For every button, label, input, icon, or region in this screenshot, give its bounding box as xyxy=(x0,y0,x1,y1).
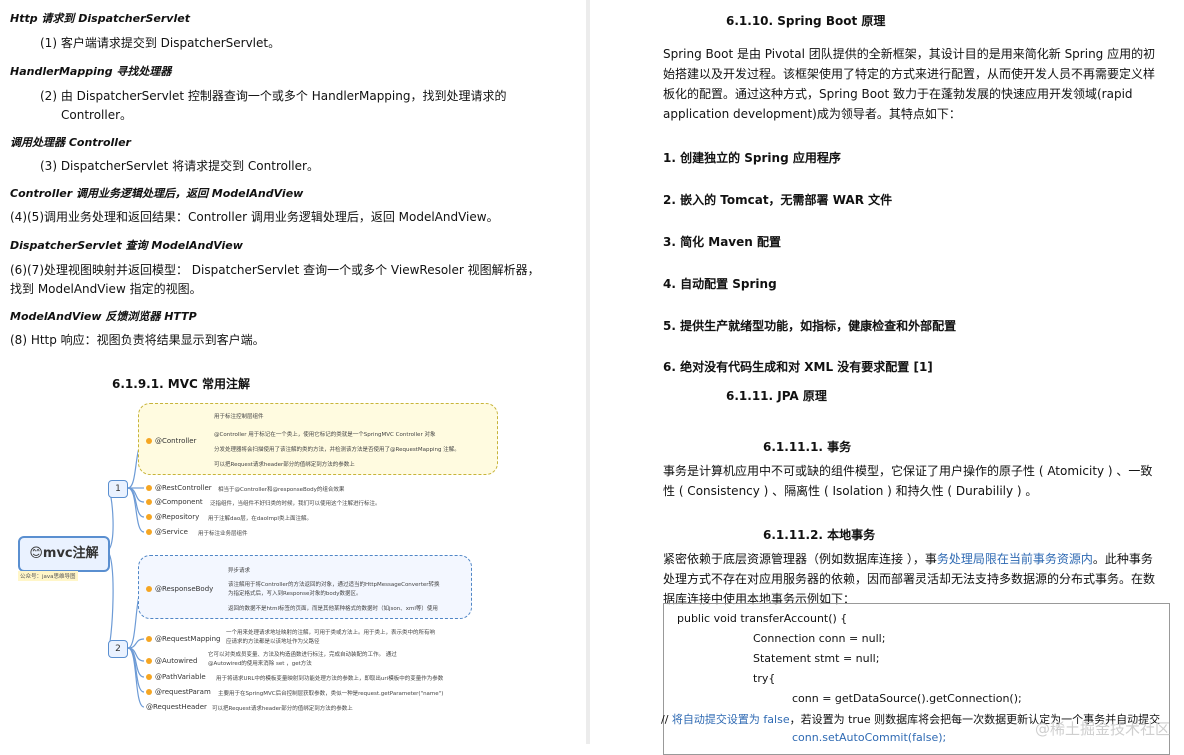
mindmap-root-note: 公众号：java思维导图 xyxy=(18,571,78,581)
group-number[interactable]: 1 xyxy=(108,480,128,498)
left-page: Http 请求到 DispatcherServlet (1) 客户端请求提交到 … xyxy=(0,0,586,744)
bullet-icon xyxy=(146,689,152,695)
code-line: conn.setAutoCommit(false); xyxy=(792,731,947,744)
subsection-title: 6.1.11.1. 事务 xyxy=(763,440,852,454)
annotation-node[interactable]: @requestParam xyxy=(146,688,211,696)
feature-item: 3. 简化 Maven 配置 xyxy=(663,235,781,249)
node-note: 用于标注业务层组件 xyxy=(198,531,248,537)
node-note: 为指定格式后，写入到Response对象的body数据区。 xyxy=(228,591,362,597)
feature-item: 1. 创建独立的 Spring 应用程序 xyxy=(663,151,841,165)
controller-node[interactable]: @Controller xyxy=(146,437,196,445)
node-note: 用于注解dao层，在daoImpl类上面注解。 xyxy=(208,516,312,522)
bullet-icon xyxy=(146,658,152,664)
section-title: 6.1.10. Spring Boot 原理 xyxy=(726,14,886,28)
node-label: @Component xyxy=(155,498,203,506)
block-heading: Controller 调用业务逻辑处理后，返回 ModelAndView xyxy=(10,187,304,200)
block-line: (4)(5)调用业务处理和返回结果：Controller 调用业务逻辑处理后，返… xyxy=(10,210,499,224)
block-heading: HandlerMapping 寻找处理器 xyxy=(10,65,172,78)
block-line: (6)(7)处理视图映射并返回模型： DispatcherServlet 查询一… xyxy=(10,263,540,277)
code-line: Statement stmt = null; xyxy=(753,652,880,665)
subsection-title: 6.1.11.2. 本地事务 xyxy=(763,528,876,542)
block-line: 找到 ModelAndView 指定的视图。 xyxy=(10,282,202,296)
node-note: 该注解用于将Controller的方法返回的对象，通过适当的HttpMessag… xyxy=(228,582,440,588)
bullet-icon xyxy=(146,485,152,491)
group-number[interactable]: 2 xyxy=(108,640,128,658)
block-line: Controller。 xyxy=(61,108,133,122)
feature-item: 5. 提供生产就绪型功能，如指标，健康检查和外部配置 xyxy=(663,319,957,333)
annotation-node[interactable]: @Repository xyxy=(146,513,199,521)
node-note: 它可以对类成员变量、方法及构造函数进行标注，完成自动装配的工作。 通过 xyxy=(208,652,397,658)
node-label: @PathVariable xyxy=(155,673,206,681)
node-note: 相当于@Controller和@responseBody的组合效果 xyxy=(218,487,345,493)
node-note: @Autowired的使用来消除 set ，get方法 xyxy=(208,661,312,667)
block-heading: ModelAndView 反馈浏览器 HTTP xyxy=(10,310,197,323)
text-run: // xyxy=(661,713,672,726)
code-line: try{ xyxy=(753,672,776,685)
bullet-icon xyxy=(146,674,152,680)
node-label: @Repository xyxy=(155,513,200,521)
node-label: @RequestMapping xyxy=(155,635,221,643)
node-note: @Controller 用于标记在一个类上，使用它标记的类就是一个SpringM… xyxy=(214,432,436,438)
node-note: 可以把Request请求header部分的值绑定到方法的参数上 xyxy=(212,706,353,712)
transaction-paragraph: 事务是计算机应用中不可或缺的组件模型，它保证了用户操作的原子性 ( Atomic… xyxy=(663,464,1153,498)
bullet-icon xyxy=(146,586,152,592)
node-label: @RequestHeader xyxy=(146,703,207,711)
annotation-node[interactable]: @RequestHeader xyxy=(146,703,207,711)
node-note: 可以把Request请求header部分的值绑定到方法的参数上 xyxy=(214,462,355,468)
bullet-icon xyxy=(146,499,152,505)
node-label: @Controller xyxy=(155,437,197,445)
annotation-node[interactable]: @Autowired xyxy=(146,657,197,665)
code-line: Connection conn = null; xyxy=(753,632,886,645)
annotation-node[interactable]: @PathVariable xyxy=(146,673,206,681)
node-note: 泛指组件，当组件不好归类的时候，我们可以使用这个注解进行标注。 xyxy=(210,501,381,507)
node-note: 一个用来处理请求地址映射的注解，可用于类或方法上。用于类上，表示类中的所有响 xyxy=(226,630,436,636)
section-title: 6.1.11. JPA 原理 xyxy=(726,389,827,403)
right-page: 6.1.10. Spring Boot 原理 Spring Boot 是由 Pi… xyxy=(590,0,1184,755)
annotation-node[interactable]: @RequestMapping xyxy=(146,635,220,643)
node-label: @requestParam xyxy=(155,688,211,696)
annotation-node[interactable]: @RestController xyxy=(146,484,212,492)
node-note: 分发处理器将会扫描使用了该注解的类的方法，并检测该方法是否使用了@Request… xyxy=(214,447,460,453)
annotation-node[interactable]: @Component xyxy=(146,498,203,506)
watermark: @稀土掘金技术社区 xyxy=(1034,720,1170,738)
block-line: (3) DispatcherServlet 将请求提交到 Controller。 xyxy=(40,159,319,173)
block-line: (2) 由 DispatcherServlet 控制器查询一个或多个 Handl… xyxy=(40,89,507,103)
block-line: (8) Http 响应：视图负责将结果显示到客户端。 xyxy=(10,333,265,347)
responsebody-node[interactable]: @ResponseBody xyxy=(146,585,213,593)
node-label: @Service xyxy=(155,528,188,536)
text-run: 紧密依赖于底层资源管理器（例如数据库连接 ），事 xyxy=(663,552,937,566)
node-label: @ResponseBody xyxy=(155,585,214,593)
node-note: 返回的数据不是html标签的页面，而是其他某种格式的数据时（如json、xml等… xyxy=(228,606,438,612)
feature-item: 2. 嵌入的 Tomcat，无需部署 WAR 文件 xyxy=(663,193,893,207)
highlight-text: 务处理局限在当前事务资源内 xyxy=(936,552,1093,566)
block-heading: Http 请求到 DispatcherServlet xyxy=(10,12,190,25)
node-label: @Autowired xyxy=(155,657,198,665)
highlight-text: 将自动提交设置为 false xyxy=(671,713,790,726)
block-line: (1) 客户端请求提交到 DispatcherServlet。 xyxy=(40,36,281,50)
bullet-icon xyxy=(146,636,152,642)
section-title: 6.1.9.1. MVC 常用注解 xyxy=(112,377,251,391)
bullet-icon xyxy=(146,529,152,535)
feature-item: 4. 自动配置 Spring xyxy=(663,277,777,291)
intro-paragraph: Spring Boot 是由 Pivotal 团队提供的全新框架，其设计目的是用… xyxy=(663,47,1156,121)
annotation-node[interactable]: @Service xyxy=(146,528,188,536)
node-note: 用于标注控制层组件 xyxy=(214,414,264,420)
block-heading: DispatcherServlet 查询 ModelAndView xyxy=(10,239,243,252)
code-line: public void transferAccount() { xyxy=(677,612,848,625)
code-line: conn = getDataSource().getConnection(); xyxy=(792,692,1022,705)
feature-item: 6. 绝对没有代码生成和对 XML 没有要求配置 [1] xyxy=(663,360,933,374)
node-label: @RestController xyxy=(155,484,212,492)
node-note: 主要用于在SpringMVC后台控制层获取参数，类似一种是request.get… xyxy=(218,691,444,697)
local-transaction-paragraph: 紧密依赖于底层资源管理器（例如数据库连接 ），事务处理局限在当前事务资源内。此种… xyxy=(663,549,1157,609)
node-note: 异步请求 xyxy=(228,568,251,574)
node-note: 用于将请求URL中的模板变量映射到功能处理方法的参数上，即取出uri模板中的变量… xyxy=(216,676,444,682)
node-note: 应请求的方法都是以该地址作为父路径 xyxy=(226,639,320,645)
bullet-icon xyxy=(146,514,152,520)
mindmap-root[interactable]: 😊mvc注解 xyxy=(18,536,110,572)
block-heading: 调用处理器 Controller xyxy=(10,136,131,149)
bullet-icon xyxy=(146,438,152,444)
